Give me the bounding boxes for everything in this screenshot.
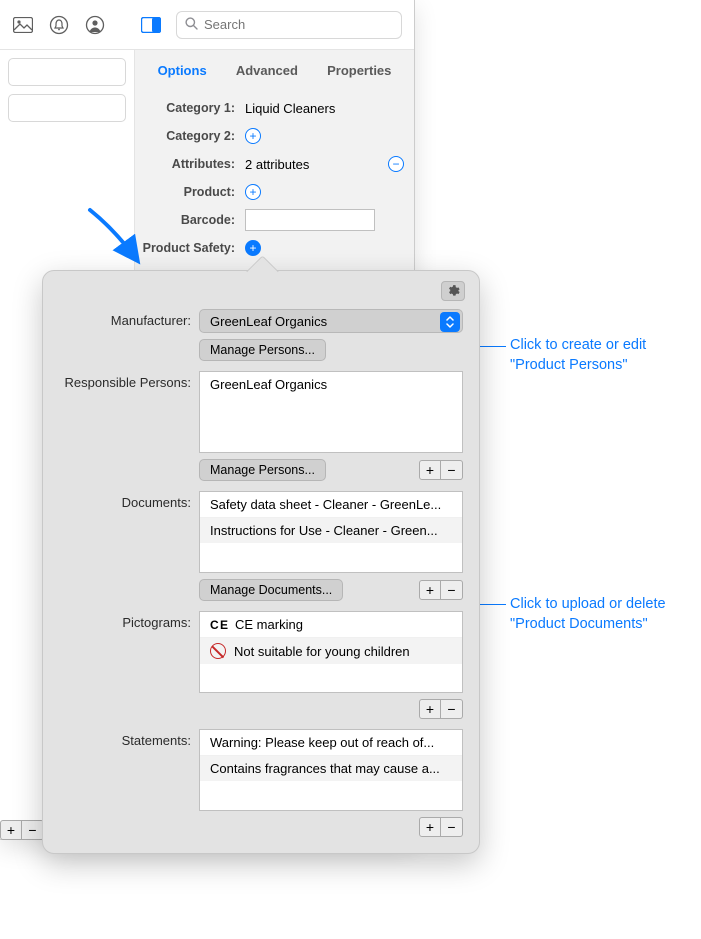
manufacturer-value: GreenLeaf Organics bbox=[210, 314, 327, 329]
documents-remove-button[interactable]: − bbox=[441, 580, 463, 600]
toolbar bbox=[0, 0, 414, 50]
search-field[interactable] bbox=[176, 11, 402, 39]
picture-icon[interactable] bbox=[12, 14, 34, 36]
attributes-value: 2 attributes bbox=[245, 157, 309, 172]
product-safety-popover: Manufacturer: GreenLeaf Organics Manage … bbox=[42, 270, 480, 854]
product-safety-label: Product Safety: bbox=[135, 241, 241, 255]
pictograms-list[interactable]: C E CE marking Not suitable for young ch… bbox=[199, 611, 463, 693]
list-item[interactable]: Warning: Please keep out of reach of... bbox=[200, 730, 462, 756]
pictograms-add-button[interactable]: + bbox=[419, 699, 441, 719]
product-safety-add-button[interactable]: + bbox=[245, 240, 261, 256]
search-icon bbox=[185, 17, 198, 33]
barcode-label: Barcode: bbox=[135, 213, 241, 227]
manage-persons-button[interactable]: Manage Persons... bbox=[199, 339, 326, 361]
sidebar-toggle-icon[interactable] bbox=[140, 14, 162, 36]
documents-stepper: + − bbox=[419, 580, 463, 600]
bg-remove-button[interactable]: − bbox=[22, 820, 44, 840]
prohibit-icon bbox=[210, 643, 226, 659]
manufacturer-label: Manufacturer: bbox=[59, 309, 199, 328]
manufacturer-select[interactable]: GreenLeaf Organics bbox=[199, 309, 463, 333]
options-form: Category 1: Liquid Cleaners Category 2: … bbox=[135, 90, 414, 262]
sidebar-slot[interactable] bbox=[8, 94, 126, 122]
notification-icon[interactable] bbox=[48, 14, 70, 36]
statements-add-button[interactable]: + bbox=[419, 817, 441, 837]
tab-advanced[interactable]: Advanced bbox=[232, 57, 302, 84]
product-label: Product: bbox=[135, 185, 241, 199]
responsible-persons-list[interactable]: GreenLeaf Organics bbox=[199, 371, 463, 453]
list-item[interactable]: Safety data sheet - Cleaner - GreenLe... bbox=[200, 492, 462, 518]
responsible-stepper: + − bbox=[419, 460, 463, 480]
category2-add-button[interactable]: + bbox=[245, 128, 261, 144]
category2-label: Category 2: bbox=[135, 129, 241, 143]
category1-value: Liquid Cleaners bbox=[241, 94, 404, 122]
documents-list[interactable]: Safety data sheet - Cleaner - GreenLe...… bbox=[199, 491, 463, 573]
callout-documents: Click to upload or delete "Product Docum… bbox=[510, 595, 690, 634]
pictograms-remove-button[interactable]: − bbox=[441, 699, 463, 719]
responsible-remove-button[interactable]: − bbox=[441, 460, 463, 480]
ce-marking-icon: C E bbox=[210, 618, 227, 632]
attributes-label: Attributes: bbox=[135, 157, 241, 171]
tab-properties[interactable]: Properties bbox=[323, 57, 395, 84]
statements-remove-button[interactable]: − bbox=[441, 817, 463, 837]
pictogram-text: Not suitable for young children bbox=[234, 644, 410, 659]
pictograms-label: Pictograms: bbox=[59, 611, 199, 630]
list-item[interactable]: Not suitable for young children bbox=[200, 638, 462, 664]
manage-documents-button[interactable]: Manage Documents... bbox=[199, 579, 343, 601]
sidebar-slot[interactable] bbox=[8, 58, 126, 86]
callout-persons: Click to create or edit "Product Persons… bbox=[510, 336, 690, 375]
list-item[interactable]: C E CE marking bbox=[200, 612, 462, 638]
pictogram-text: CE marking bbox=[235, 617, 303, 632]
statements-label: Statements: bbox=[59, 729, 199, 748]
list-item[interactable]: GreenLeaf Organics bbox=[200, 372, 462, 397]
person-icon[interactable] bbox=[84, 14, 106, 36]
bg-add-button[interactable]: + bbox=[0, 820, 22, 840]
search-input[interactable] bbox=[204, 17, 393, 32]
documents-label: Documents: bbox=[59, 491, 199, 510]
statements-list[interactable]: Warning: Please keep out of reach of... … bbox=[199, 729, 463, 811]
list-item[interactable]: Instructions for Use - Cleaner - Green..… bbox=[200, 518, 462, 543]
responsible-persons-label: Responsible Persons: bbox=[59, 371, 199, 390]
pictograms-stepper: + − bbox=[419, 699, 463, 719]
chevron-updown-icon bbox=[440, 312, 460, 332]
responsible-add-button[interactable]: + bbox=[419, 460, 441, 480]
popover-settings-button[interactable] bbox=[441, 281, 465, 301]
manage-persons-button-2[interactable]: Manage Persons... bbox=[199, 459, 326, 481]
inspector-tabs: Options Advanced Properties bbox=[135, 50, 414, 90]
tab-options[interactable]: Options bbox=[154, 57, 211, 84]
category1-label: Category 1: bbox=[135, 101, 241, 115]
barcode-input[interactable] bbox=[245, 209, 375, 231]
gear-icon bbox=[446, 284, 460, 298]
background-stepper: + − bbox=[0, 820, 44, 840]
statements-stepper: + − bbox=[419, 817, 463, 837]
attributes-remove-button[interactable]: − bbox=[388, 156, 404, 172]
product-add-button[interactable]: + bbox=[245, 184, 261, 200]
list-item[interactable]: Contains fragrances that may cause a... bbox=[200, 756, 462, 781]
documents-add-button[interactable]: + bbox=[419, 580, 441, 600]
